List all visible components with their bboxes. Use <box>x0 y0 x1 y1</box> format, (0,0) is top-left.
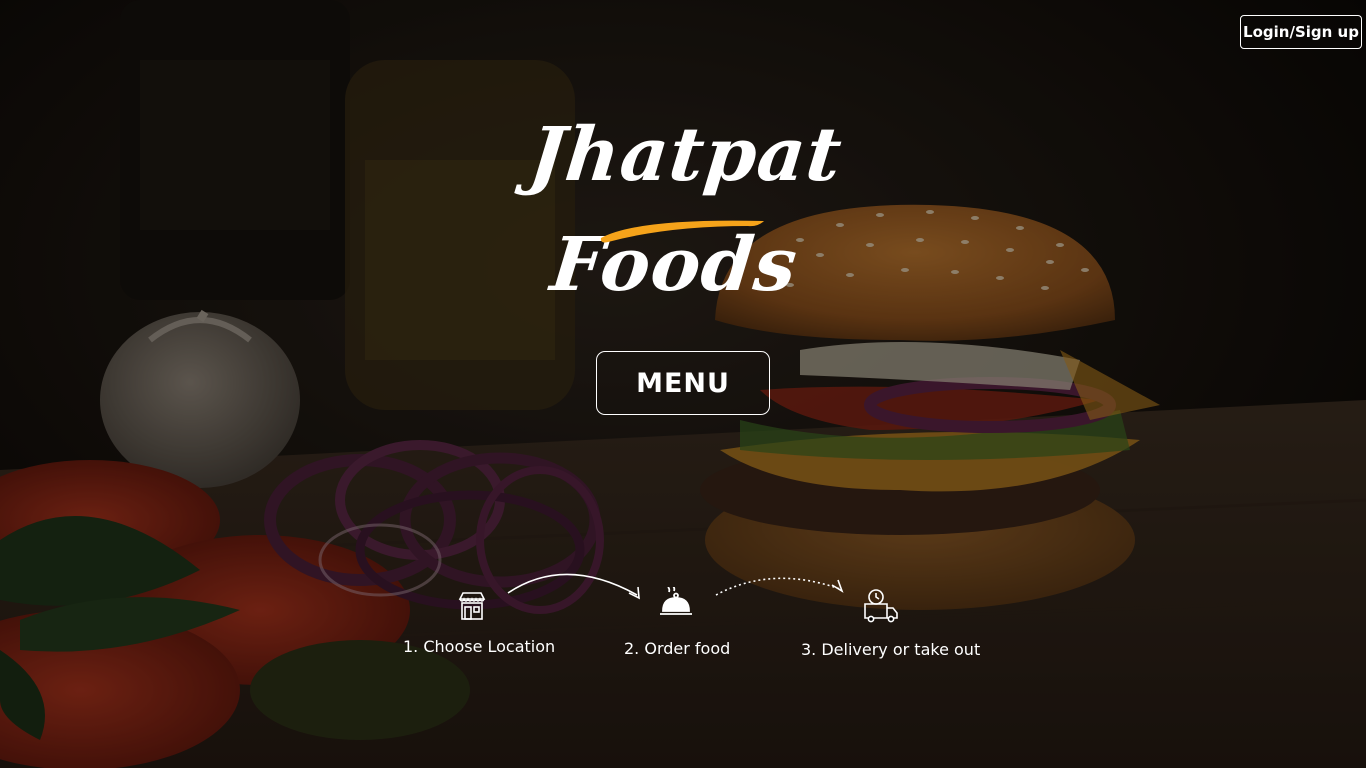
cloche-icon <box>660 587 692 615</box>
hero-section: Login/Sign up Jhatpat Foods MENU 1. Choo… <box>0 0 1366 768</box>
arrow-step2-to-step3 <box>715 577 844 596</box>
brand-underline-stroke <box>600 220 764 243</box>
arrow-step1-to-step2 <box>507 573 640 600</box>
step-label-order-food: 2. Order food <box>624 639 731 658</box>
delivery-truck-icon <box>864 589 898 623</box>
login-signup-button[interactable]: Login/Sign up <box>1240 15 1362 49</box>
menu-button[interactable]: MENU <box>596 351 770 415</box>
store-icon <box>458 592 486 620</box>
step-label-choose-location: 1. Choose Location <box>403 637 556 656</box>
brand-title: Jhatpat Foods <box>525 112 847 308</box>
step-label-delivery-or-take-out: 3. Delivery or take out <box>801 640 981 659</box>
